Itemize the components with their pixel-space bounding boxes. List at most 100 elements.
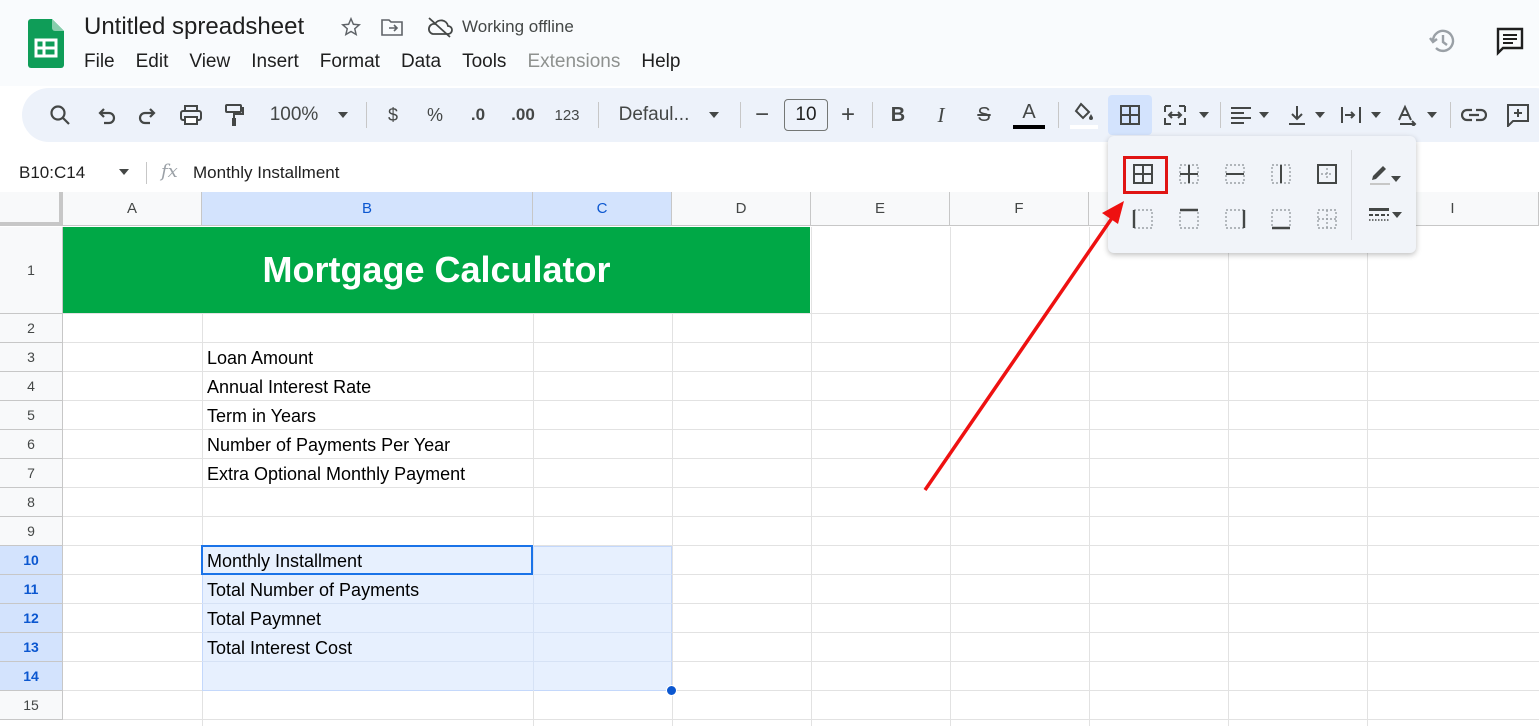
redo-icon[interactable] [134,88,162,142]
cell-b3[interactable]: Loan Amount [202,343,533,372]
text-wrapping-icon[interactable] [1338,88,1364,142]
menu-data[interactable]: Data [401,51,441,73]
strikethrough-button[interactable]: S [972,88,996,142]
font-size-decrease-button[interactable]: − [752,88,772,142]
wrap-chevron-down-icon[interactable] [1368,88,1384,142]
rotation-chevron-down-icon[interactable] [1424,88,1440,142]
toolbar-divider [740,102,741,128]
outer-borders-icon[interactable] [1311,158,1343,190]
toolbar-divider [1220,102,1221,128]
cell-b13[interactable]: Total Interest Cost [202,633,533,662]
horizontal-align-icon[interactable] [1228,88,1254,142]
borders-button[interactable] [1108,95,1152,135]
fill-color-swatch [1070,124,1098,129]
comments-icon[interactable] [1495,26,1525,56]
clear-borders-icon[interactable] [1311,203,1343,235]
formula-input[interactable]: Monthly Installment [193,163,339,183]
font-select[interactable]: Defaul... [614,88,694,142]
decrease-decimal-button[interactable]: .0 [464,88,492,142]
zoom-chevron-down-icon[interactable] [334,88,352,142]
mortgage-calculator-title[interactable]: Mortgage Calculator [63,227,810,313]
vertical-borders-icon[interactable] [1265,158,1297,190]
inner-borders-icon[interactable] [1173,158,1205,190]
pencil-icon [1370,166,1390,185]
font-size-increase-button[interactable]: + [838,88,858,142]
vertical-align-icon[interactable] [1284,88,1310,142]
merge-cells-icon[interactable] [1161,88,1189,142]
decrease-decimal-label: .0 [470,105,486,124]
border-style-icon [1369,208,1389,221]
fx-icon: fx [161,161,178,182]
cell-b5[interactable]: Term in Years [202,401,533,430]
font-chevron-down-icon[interactable] [705,88,723,142]
menu-file[interactable]: File [84,51,115,73]
percent-format-button[interactable]: % [424,88,446,142]
cell-b11[interactable]: Total Number of Payments [202,575,533,604]
toolbar-divider [1450,102,1451,128]
app-header: Untitled spreadsheet Working offline Fil… [0,0,1539,86]
menu-view[interactable]: View [189,51,230,73]
menu-insert[interactable]: Insert [251,51,299,73]
increase-decimal-label: .00 [511,105,535,124]
menu-extensions[interactable]: Extensions [527,51,620,73]
print-icon[interactable] [177,88,205,142]
menu-edit[interactable]: Edit [136,51,169,73]
border-style-chevron-down-icon [1392,212,1402,218]
border-color-button[interactable] [1362,158,1408,190]
undo-icon[interactable] [92,88,120,142]
border-style-button[interactable] [1362,199,1408,231]
sheet-grid: A B C D E F G H I 1 2 3 4 5 6 7 8 9 10 1… [0,192,1539,726]
font-size-field[interactable]: 10 [783,88,829,142]
menu-format[interactable]: Format [320,51,380,73]
toolbar-divider [598,102,599,128]
bold-button[interactable]: B [886,88,910,142]
move-folder-icon[interactable] [380,16,404,38]
doc-title[interactable]: Untitled spreadsheet [84,13,304,41]
right-border-icon[interactable] [1219,203,1251,235]
more-formats-button[interactable]: 123 [552,88,582,142]
left-border-icon[interactable] [1127,203,1159,235]
text-color-swatch [1013,124,1045,129]
halign-chevron-down-icon[interactable] [1256,88,1272,142]
cell-b12[interactable]: Total Paymnet [202,604,533,633]
sheets-logo-icon[interactable] [28,19,64,68]
all-borders-highlight [1123,156,1168,194]
version-history-icon[interactable] [1428,26,1458,56]
name-box[interactable]: B10:C14 [19,163,85,183]
italic-button[interactable]: I [930,88,952,142]
insert-comment-icon[interactable] [1504,88,1532,142]
title-icons [340,16,404,38]
fill-handle[interactable] [666,685,677,696]
cell-b7[interactable]: Extra Optional Monthly Payment [202,459,533,488]
name-box-chevron-down-icon[interactable] [118,164,130,180]
top-border-icon[interactable] [1173,203,1205,235]
offline-label: Working offline [462,17,574,36]
cloud-off-icon [428,17,453,38]
page: Untitled spreadsheet Working offline Fil… [0,0,1539,726]
bottom-border-icon[interactable] [1265,203,1297,235]
merge-chevron-down-icon[interactable] [1195,88,1213,142]
cell-b4[interactable]: Annual Interest Rate [202,372,533,401]
offline-status[interactable]: Working offline [426,16,574,38]
formula-divider [146,162,147,184]
insert-link-icon[interactable] [1460,88,1488,142]
toolbar-divider [1058,102,1059,128]
fill-color-button[interactable] [1068,88,1100,142]
text-rotation-icon[interactable] [1394,88,1420,142]
active-cell-outline [201,545,533,575]
menu-tools[interactable]: Tools [462,51,506,73]
increase-decimal-button[interactable]: .00 [508,88,538,142]
menu-help[interactable]: Help [641,51,680,73]
horizontal-borders-icon[interactable] [1219,158,1251,190]
zoom-select[interactable]: 100% [266,88,322,142]
star-icon[interactable] [340,16,362,38]
paint-bucket-icon [1074,101,1093,120]
borders-menu-divider [1351,150,1352,240]
search-menus-icon[interactable] [46,88,74,142]
currency-format-button[interactable]: $ [382,88,404,142]
toolbar-divider [366,102,367,128]
text-color-button[interactable]: A [1012,88,1046,142]
paint-format-icon[interactable] [220,88,248,142]
cell-b6[interactable]: Number of Payments Per Year [202,430,533,459]
valign-chevron-down-icon[interactable] [1312,88,1328,142]
